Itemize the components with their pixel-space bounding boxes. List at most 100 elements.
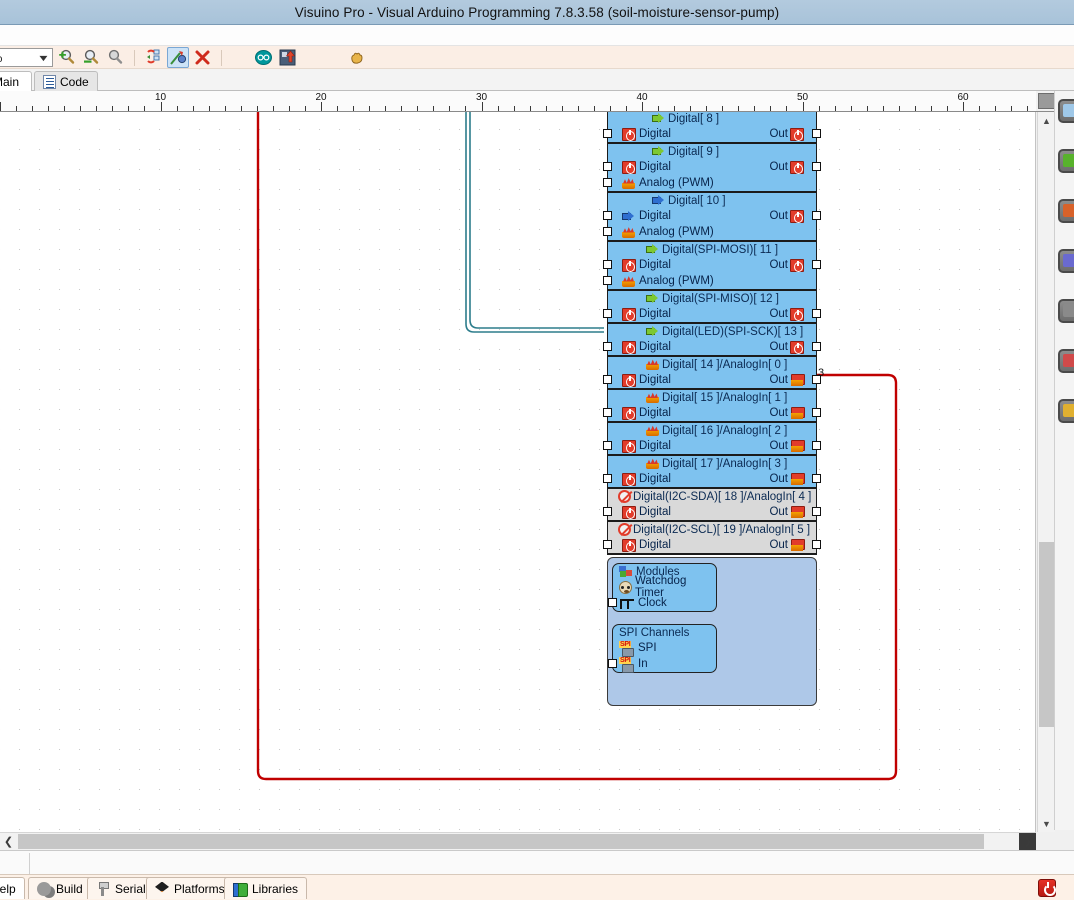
pin-block[interactable]: Digital(LED)(SPI-SCK)[ 13 ]DigitalOut bbox=[607, 323, 817, 357]
output-connector[interactable] bbox=[812, 375, 821, 384]
pin-row[interactable]: Analog (PWM) bbox=[608, 224, 816, 240]
dock-icon-5[interactable] bbox=[1058, 299, 1074, 323]
pin-block[interactable]: Digital[ 9 ]DigitalOutAnalog (PWM) bbox=[607, 143, 817, 193]
pin-row[interactable]: DigitalOut bbox=[608, 339, 816, 355]
pin-block[interactable]: Digital[ 10 ]DigitalOutAnalog (PWM) bbox=[607, 192, 817, 242]
dock-icon-3[interactable] bbox=[1058, 199, 1074, 223]
module-group[interactable]: SPI ChannelsSPIIn bbox=[612, 624, 717, 673]
input-connector[interactable] bbox=[603, 260, 612, 269]
upload-icon[interactable] bbox=[276, 47, 298, 68]
dock-icon-7[interactable] bbox=[1058, 399, 1074, 423]
dock-icon-6[interactable] bbox=[1058, 349, 1074, 373]
input-connector[interactable] bbox=[603, 129, 612, 138]
arduino-icon[interactable] bbox=[252, 47, 274, 68]
output-connector[interactable] bbox=[812, 309, 821, 318]
pin-block[interactable]: Digital[ 17 ]/AnalogIn[ 3 ]DigitalOut bbox=[607, 455, 817, 489]
bottom-tab-libraries[interactable]: Libraries bbox=[224, 877, 307, 899]
hand-tool-icon[interactable] bbox=[346, 47, 368, 68]
zoom-out-icon[interactable] bbox=[80, 47, 102, 68]
tab-main[interactable]: Main bbox=[0, 71, 32, 91]
pin-row[interactable]: DigitalOut bbox=[608, 159, 816, 175]
pin-block[interactable]: Digital[ 14 ]/AnalogIn[ 0 ]DigitalOut bbox=[607, 356, 817, 390]
zoom-reset-icon[interactable] bbox=[104, 47, 126, 68]
dock-icon-1[interactable] bbox=[1058, 99, 1074, 123]
dock-icon-4[interactable] bbox=[1058, 249, 1074, 273]
output-connector[interactable] bbox=[812, 211, 821, 220]
input-connector[interactable] bbox=[603, 474, 612, 483]
module-group[interactable]: ModulesWatchdog TimerClock bbox=[612, 563, 717, 612]
pin-block[interactable]: Digital(SPI-MISO)[ 12 ]DigitalOut bbox=[607, 290, 817, 324]
scroll-up-icon[interactable]: ▲ bbox=[1038, 112, 1055, 129]
diagram-canvas[interactable]: 3 Digital[ 8 ]DigitalOutDigital[ 9 ]Digi… bbox=[0, 112, 1036, 832]
input-connector[interactable] bbox=[603, 211, 612, 220]
module-row[interactable]: SPI bbox=[613, 640, 716, 656]
bottom-tab-help[interactable]: Help bbox=[0, 877, 25, 899]
pin-row[interactable]: DigitalOut bbox=[608, 306, 816, 322]
module-connector[interactable] bbox=[608, 659, 617, 668]
diagram-canvas-viewport[interactable]: 3 Digital[ 8 ]DigitalOutDigital[ 9 ]Digi… bbox=[0, 112, 1036, 832]
pin-row[interactable]: DigitalOut bbox=[608, 405, 816, 421]
right-tool-dock[interactable] bbox=[1054, 91, 1074, 830]
output-connector[interactable] bbox=[812, 408, 821, 417]
pin-block[interactable]: Digital(I2C-SCL)[ 19 ]/AnalogIn[ 5 ]Digi… bbox=[607, 521, 817, 555]
input-connector[interactable] bbox=[603, 342, 612, 351]
input-connector[interactable] bbox=[603, 441, 612, 450]
output-connector[interactable] bbox=[812, 540, 821, 549]
pin-row[interactable]: Analog (PWM) bbox=[608, 175, 816, 191]
input-connector[interactable] bbox=[603, 227, 612, 236]
pin-block[interactable]: Digital(SPI-MOSI)[ 11 ]DigitalOutAnalog … bbox=[607, 241, 817, 291]
scroll-left-icon[interactable]: ❮ bbox=[0, 833, 17, 850]
scroll-down-icon[interactable]: ▼ bbox=[1038, 815, 1055, 832]
pin-block[interactable]: Digital(I2C-SDA)[ 18 ]/AnalogIn[ 4 ]Digi… bbox=[607, 488, 817, 522]
canvas-horizontal-scrollbar[interactable]: ❮ ❯ bbox=[0, 832, 1036, 850]
pin-row[interactable]: DigitalOut bbox=[608, 126, 816, 142]
scroll-right-icon[interactable]: ❯ bbox=[1019, 833, 1036, 850]
input-connector[interactable] bbox=[603, 162, 612, 171]
bottom-tab-platforms[interactable]: Platforms bbox=[146, 877, 234, 899]
input-connector[interactable] bbox=[603, 178, 612, 187]
output-connector[interactable] bbox=[812, 260, 821, 269]
input-connector[interactable] bbox=[603, 507, 612, 516]
zoom-level-dropdown[interactable]: 0% ▼ bbox=[0, 48, 53, 67]
output-connector[interactable] bbox=[812, 507, 821, 516]
tab-code[interactable]: Code bbox=[34, 71, 98, 91]
refresh-connections-icon[interactable] bbox=[143, 47, 165, 68]
pin-block[interactable]: Digital[ 15 ]/AnalogIn[ 1 ]DigitalOut bbox=[607, 389, 817, 423]
pin-row[interactable]: DigitalOut bbox=[608, 257, 816, 273]
pin-row[interactable]: DigitalOut bbox=[608, 372, 816, 388]
canvas-vertical-scrollbar[interactable]: ▲ ▼ bbox=[1037, 112, 1054, 832]
input-connector[interactable] bbox=[603, 540, 612, 549]
output-connector[interactable] bbox=[812, 474, 821, 483]
input-connector[interactable] bbox=[603, 276, 612, 285]
module-row[interactable]: Watchdog Timer bbox=[613, 579, 716, 595]
pin-row-left: Digital bbox=[608, 161, 671, 174]
output-connector[interactable] bbox=[812, 129, 821, 138]
output-connector[interactable] bbox=[812, 441, 821, 450]
bottom-tab-build[interactable]: Build bbox=[28, 877, 92, 899]
input-connector[interactable] bbox=[603, 375, 612, 384]
title-bar: Visuino Pro - Visual Arduino Programming… bbox=[0, 0, 1074, 25]
module-connector[interactable] bbox=[608, 598, 617, 607]
input-connector[interactable] bbox=[603, 408, 612, 417]
horizontal-scroll-thumb[interactable] bbox=[18, 834, 984, 849]
pin-block[interactable]: Digital[ 8 ]DigitalOut bbox=[607, 112, 817, 144]
module-row[interactable]: Clock bbox=[613, 595, 716, 611]
zoom-in-icon[interactable] bbox=[56, 47, 78, 68]
output-connector[interactable] bbox=[812, 162, 821, 171]
delete-icon[interactable] bbox=[191, 47, 213, 68]
bottom-tab-serial[interactable]: Serial bbox=[87, 877, 155, 899]
pin-tool-icon[interactable] bbox=[167, 47, 189, 68]
pin-row[interactable]: DigitalOut bbox=[608, 471, 816, 487]
pin-row[interactable]: DigitalOut bbox=[608, 504, 816, 520]
output-connector[interactable] bbox=[812, 342, 821, 351]
pin-row[interactable]: DigitalOut bbox=[608, 438, 816, 454]
module-row[interactable]: In bbox=[613, 656, 716, 672]
input-connector[interactable] bbox=[603, 309, 612, 318]
pin-row[interactable]: Analog (PWM) bbox=[608, 273, 816, 289]
vertical-scroll-thumb[interactable] bbox=[1039, 542, 1054, 727]
pin-block[interactable]: Digital[ 16 ]/AnalogIn[ 2 ]DigitalOut bbox=[607, 422, 817, 456]
dock-icon-2[interactable] bbox=[1058, 149, 1074, 173]
pin-row[interactable]: DigitalOut bbox=[608, 208, 816, 224]
pin-row[interactable]: DigitalOut bbox=[608, 537, 816, 553]
power-button[interactable] bbox=[1038, 879, 1056, 897]
